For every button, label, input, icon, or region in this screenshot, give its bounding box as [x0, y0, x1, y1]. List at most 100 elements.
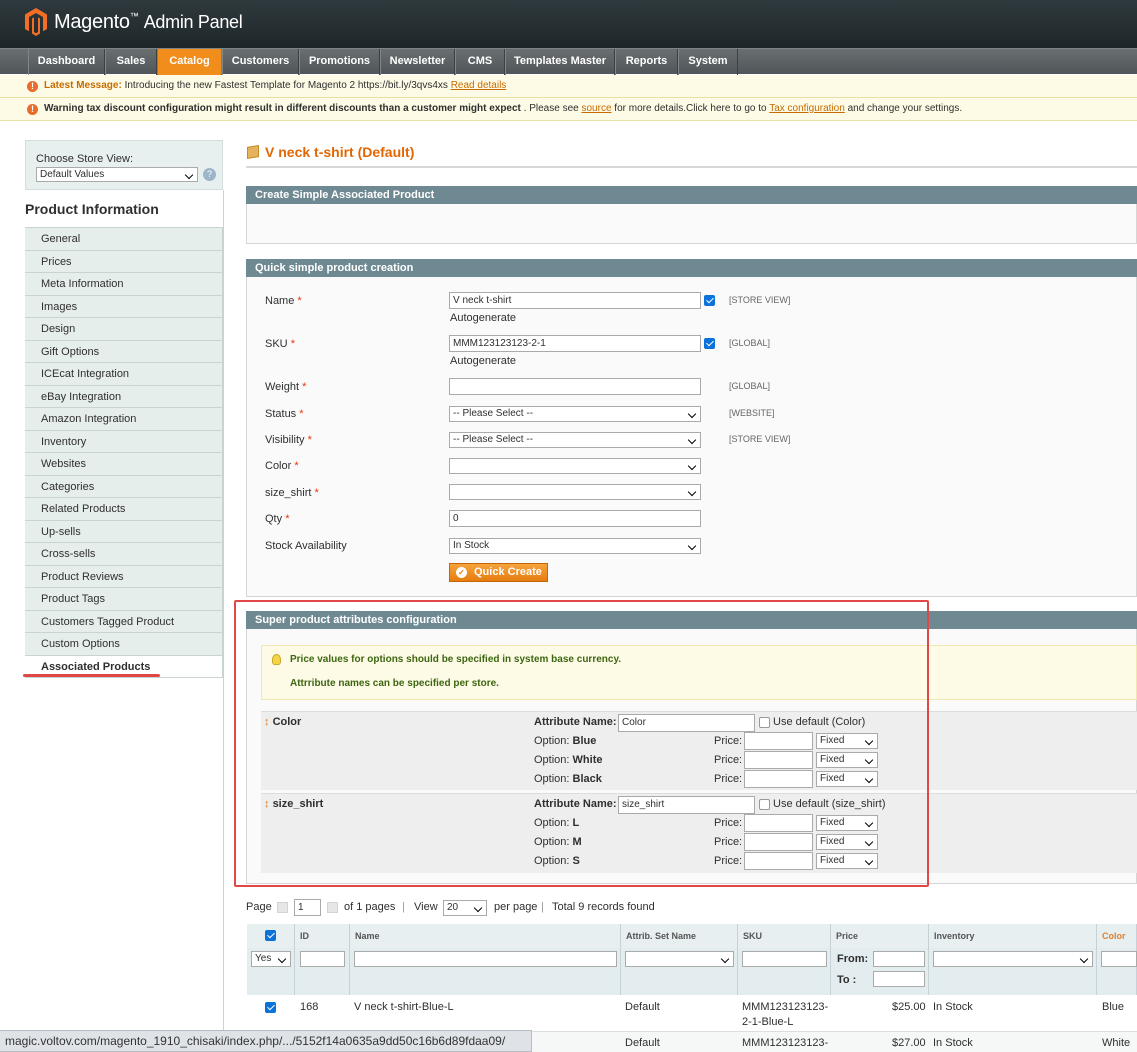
help-icon[interactable]: ?: [203, 168, 216, 181]
sidebar-item-cross-sells[interactable]: Cross-sells: [25, 543, 223, 566]
name-autogenerate-checkbox[interactable]: [704, 295, 715, 306]
sidebar-item-general[interactable]: General: [25, 228, 223, 251]
select-all-header: [247, 924, 295, 948]
weight-input[interactable]: [449, 378, 701, 395]
row-set: Default: [625, 1037, 660, 1049]
warning-message: ! Warning tax discount configuration mig…: [0, 98, 1137, 121]
visibility-scope: [STORE VIEW]: [729, 434, 791, 444]
quick-section-header: Quick simple product creation: [246, 259, 1137, 277]
sidebar-item-product-reviews[interactable]: Product Reviews: [25, 565, 223, 588]
col-color[interactable]: Color: [1097, 924, 1137, 948]
sidebar-item-related-products[interactable]: Related Products: [25, 498, 223, 521]
filter-name-input[interactable]: [354, 951, 617, 967]
col-name[interactable]: Name: [350, 924, 621, 948]
page-title: V neck t-shirt (Default): [265, 144, 415, 160]
select-all-checkbox[interactable]: [265, 930, 276, 941]
nav-sales[interactable]: Sales: [105, 49, 157, 75]
page-input[interactable]: 1: [294, 899, 321, 916]
filter-inventory-select[interactable]: [933, 951, 1093, 967]
separator: |: [541, 901, 544, 913]
stock-label: Stock Availability: [265, 540, 347, 552]
nav-templates-master[interactable]: Templates Master: [505, 49, 615, 75]
row-sku: MMM123123123-: [742, 1037, 829, 1049]
sku-input[interactable]: MMM123123123-2-1: [449, 335, 701, 352]
status-select[interactable]: -- Please Select --: [449, 406, 701, 422]
visibility-select[interactable]: -- Please Select --: [449, 432, 701, 448]
row-checkbox[interactable]: [265, 1002, 276, 1013]
name-scope: [STORE VIEW]: [729, 295, 791, 305]
col-sku[interactable]: SKU: [738, 924, 831, 948]
nav-cms[interactable]: CMS: [455, 49, 505, 75]
filter-id-input[interactable]: [300, 951, 345, 967]
col-inventory[interactable]: Inventory: [929, 924, 1097, 948]
read-details-link[interactable]: Read details: [451, 80, 507, 91]
latest-text: Introducing the new Fastest Template for…: [124, 80, 448, 91]
col-price[interactable]: Price: [831, 924, 929, 948]
filter-sku-input[interactable]: [742, 951, 827, 967]
sku-autogenerate-checkbox[interactable]: [704, 338, 715, 349]
source-link[interactable]: source: [582, 103, 612, 114]
view-label: View: [414, 901, 438, 913]
col-attrib-set[interactable]: Attrib. Set Name: [621, 924, 738, 948]
filter-cell: [621, 948, 738, 995]
size-select[interactable]: [449, 484, 701, 500]
table-row[interactable]: 168 V neck t-shirt-Blue-L Default MMM123…: [247, 995, 1137, 1032]
sidebar-item-categories[interactable]: Categories: [25, 475, 223, 498]
row-color: Blue: [1102, 1001, 1125, 1013]
sidebar-item-images[interactable]: Images: [25, 295, 223, 318]
sidebar-item-gift-options[interactable]: Gift Options: [25, 340, 223, 363]
sidebar-title: Product Information: [25, 201, 159, 217]
color-select[interactable]: [449, 458, 701, 474]
name-input[interactable]: V neck t-shirt: [449, 292, 701, 309]
status-label: Status: [265, 408, 297, 420]
filter-cell: [738, 948, 831, 995]
tax-config-link[interactable]: Tax configuration: [769, 103, 845, 114]
col-id[interactable]: ID: [295, 924, 350, 948]
sidebar-item-custom-options[interactable]: Custom Options: [25, 633, 223, 656]
filter-in-products-select[interactable]: Yes: [251, 951, 291, 967]
row-id: 168: [300, 1001, 319, 1013]
sidebar-item-design[interactable]: Design: [25, 318, 223, 341]
warning-bold: Warning tax discount configuration might…: [44, 103, 521, 114]
page-label: Page: [246, 901, 272, 913]
sidebar-item-websites[interactable]: Websites: [25, 453, 223, 476]
sidebar-item-inventory[interactable]: Inventory: [25, 430, 223, 453]
row-set: Default: [625, 1001, 660, 1013]
row-price: $25.00: [892, 1001, 926, 1013]
next-page-icon[interactable]: [327, 902, 338, 913]
sidebar-item-icecat-integration[interactable]: ICEcat Integration: [25, 363, 223, 386]
qty-input[interactable]: 0: [449, 510, 701, 527]
filter-color-select[interactable]: [1101, 951, 1137, 967]
separator: |: [402, 901, 405, 913]
sidebar-item-prices[interactable]: Prices: [25, 250, 223, 273]
filter-price-from[interactable]: [873, 951, 925, 967]
nav-promotions[interactable]: Promotions: [299, 49, 380, 75]
sidebar-item-customers-tagged-product[interactable]: Customers Tagged Product: [25, 610, 223, 633]
nav-newsletter[interactable]: Newsletter: [380, 49, 455, 75]
sidebar-item-meta-information[interactable]: Meta Information: [25, 273, 223, 296]
row-color: White: [1102, 1037, 1131, 1049]
nav-dashboard[interactable]: Dashboard: [28, 49, 105, 75]
check-icon: ✓: [456, 567, 467, 578]
nav-reports[interactable]: Reports: [615, 49, 678, 75]
sidebar-item-ebay-integration[interactable]: eBay Integration: [25, 385, 223, 408]
magento-logo-icon: [25, 8, 47, 36]
sidebar-item-product-tags[interactable]: Product Tags: [25, 588, 223, 611]
store-view-select[interactable]: Default Values: [36, 167, 198, 182]
alert-icon: !: [27, 104, 38, 115]
sidebar-item-amazon-integration[interactable]: Amazon Integration: [25, 408, 223, 431]
store-view-box: Choose Store View: Default Values ?: [25, 140, 223, 190]
quick-create-button[interactable]: ✓ Quick Create: [449, 563, 548, 582]
alert-icon: !: [27, 81, 38, 92]
quick-create-label: Quick Create: [474, 566, 542, 578]
filter-attrib-set-select[interactable]: [625, 951, 734, 967]
stock-select[interactable]: In Stock: [449, 538, 701, 554]
nav-system[interactable]: System: [678, 49, 738, 75]
sidebar-item-up-sells[interactable]: Up-sells: [25, 520, 223, 543]
per-page-select[interactable]: 20: [443, 900, 487, 916]
nav-customers[interactable]: Customers: [222, 49, 299, 75]
sku-scope: [GLOBAL]: [729, 338, 771, 348]
prev-page-icon[interactable]: [277, 902, 288, 913]
nav-catalog[interactable]: Catalog: [157, 49, 222, 75]
filter-price-to[interactable]: [873, 971, 925, 987]
